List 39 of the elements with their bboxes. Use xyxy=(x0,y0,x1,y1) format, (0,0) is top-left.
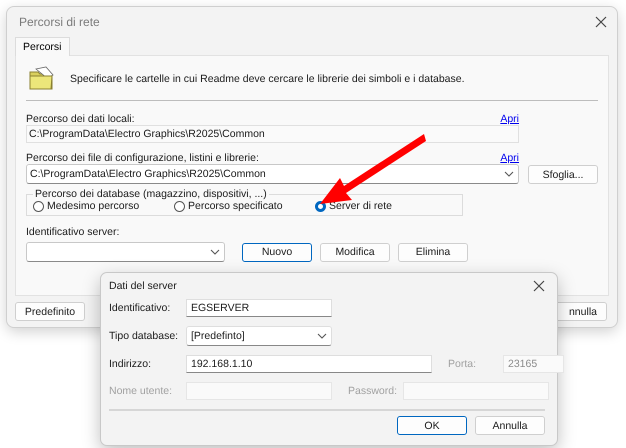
group-label: Percorso dei database (magazzino, dispositivi, ...) xyxy=(34,188,268,200)
field-label: Percorso dei file di configurazione, listini e librerie: xyxy=(26,152,259,164)
window-title: Percorsi di rete xyxy=(19,15,100,29)
tab[interactable]: Percorsi xyxy=(15,37,70,56)
field-label: Porta: xyxy=(448,358,478,370)
chevron-down-icon xyxy=(504,171,514,177)
input-field[interactable]: 192.168.1.10 xyxy=(186,355,432,373)
server-button[interactable]: Nuovo xyxy=(242,242,312,262)
intro-text: Specificare le cartelle in cui Readme deve cercare le librerie dei simboli e i database. xyxy=(70,73,465,85)
field-label: Password: xyxy=(348,385,398,397)
server-button[interactable]: Elimina xyxy=(398,242,468,262)
folder-icon xyxy=(28,66,56,92)
open-link[interactable]: Apri xyxy=(500,152,519,164)
field-label: Nome utente: xyxy=(109,385,174,397)
server-combo-box[interactable] xyxy=(26,242,225,262)
browse-button[interactable]: Sfoglia... xyxy=(528,165,598,184)
chevron-down-icon xyxy=(210,249,220,255)
open-link[interactable]: Apri xyxy=(500,113,519,125)
radio-option[interactable]: Medesimo percorso xyxy=(33,200,174,212)
close-icon[interactable] xyxy=(595,16,607,28)
path-field[interactable]: C:\ProgramData\Electro Graphics\R2025\Common xyxy=(26,125,519,143)
field-label: Tipo database: xyxy=(109,330,180,342)
field-label: Identificativo: xyxy=(109,302,172,314)
field-label: Indirizzo: xyxy=(109,358,152,370)
chevron-down-icon xyxy=(317,333,327,339)
server-button[interactable]: Modifica xyxy=(320,242,390,262)
close-icon[interactable] xyxy=(533,280,545,292)
path-combo-box[interactable]: C:\ProgramData\Electro Graphics\R2025\Common xyxy=(26,164,519,184)
dialog-button[interactable]: OK xyxy=(397,416,467,435)
radio-button[interactable] xyxy=(33,200,44,212)
radio-option[interactable]: Percorso specificato xyxy=(174,200,315,212)
field-label: Percorso dei dati locali: xyxy=(26,113,135,125)
radio-button[interactable] xyxy=(174,200,185,212)
field-label: Identificativo server: xyxy=(26,226,120,238)
input-field[interactable]: EGSERVER xyxy=(186,299,332,317)
dialog-button[interactable]: Annulla xyxy=(475,416,545,435)
dialog-title: Dati del server xyxy=(109,280,177,292)
select-field[interactable]: [Predefinto] xyxy=(186,326,332,346)
footer-button[interactable]: Predefinito xyxy=(15,302,85,321)
